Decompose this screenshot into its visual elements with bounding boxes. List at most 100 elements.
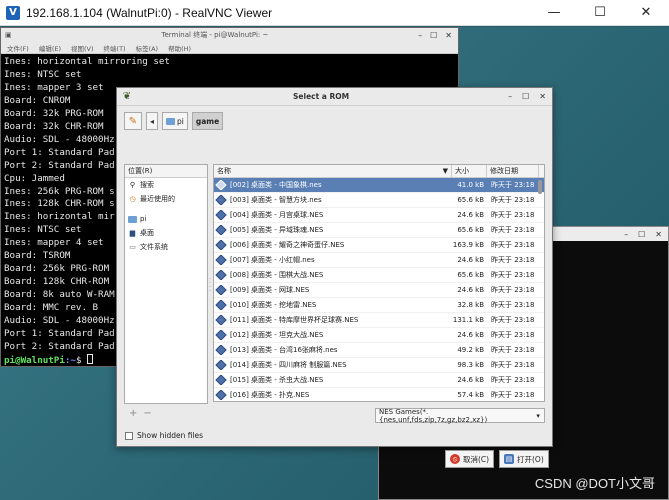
open-button[interactable]: ▤ 打开(O) bbox=[499, 450, 549, 468]
file-list-header: 名称 ▼ 大小 修改日期 bbox=[214, 165, 544, 178]
file-size: 49.2 kB bbox=[457, 346, 484, 354]
file-row[interactable]: [006] 桌面类 - 耀奇之神奇蛋仔.NES 163.9 kB 昨天于 23:… bbox=[214, 238, 544, 253]
edit-location-button[interactable]: ✎ bbox=[124, 112, 142, 130]
close-button[interactable]: ✕ bbox=[623, 0, 669, 26]
column-name-label: 名称 bbox=[217, 167, 231, 175]
chevron-left-icon: ◂ bbox=[149, 116, 154, 126]
bg-minimize-icon[interactable]: – bbox=[624, 230, 628, 239]
remove-place-icon[interactable]: − bbox=[143, 408, 151, 419]
prompt-user: pi@WalnutPi bbox=[4, 354, 65, 366]
file-date: 昨天于 23:18 bbox=[491, 226, 535, 234]
file-size: 65.6 kB bbox=[457, 226, 484, 234]
file-row[interactable]: [016] 桌面类 - 扑克.NES 57.4 kB 昨天于 23:18 bbox=[214, 388, 544, 401]
dialog-close-icon[interactable]: ✕ bbox=[539, 92, 546, 101]
pane-splitter[interactable]: · · · · bbox=[209, 277, 212, 298]
breadcrumb-game[interactable]: game bbox=[191, 112, 224, 130]
place-desktop[interactable]: ▆ 桌面 bbox=[125, 226, 207, 240]
file-name: [016] 桌面类 - 扑克.NES bbox=[230, 391, 310, 399]
file-row[interactable]: [004] 桌面类 - 月宫桌球.NES 24.6 kB 昨天于 23:18 bbox=[214, 208, 544, 223]
file-type-filter[interactable]: NES Games(*.{nes,unf,fds,zip,7z,gz,bz2,x… bbox=[375, 407, 545, 424]
menu-view[interactable]: 视图(V) bbox=[71, 43, 94, 53]
menu-tabs[interactable]: 标签(A) bbox=[136, 43, 159, 53]
add-place-icon[interactable]: + bbox=[129, 408, 137, 419]
maximize-button[interactable]: ☐ bbox=[577, 0, 623, 26]
file-size: 65.6 kB bbox=[457, 196, 484, 204]
rom-file-icon bbox=[215, 180, 227, 190]
rom-file-icon bbox=[215, 270, 227, 280]
file-name: [008] 桌面类 - 围棋大战.NES bbox=[230, 271, 324, 279]
place-recent[interactable]: ◷ 最近使用的 bbox=[125, 192, 207, 206]
show-hidden-toggle[interactable]: Show hidden files bbox=[125, 431, 203, 440]
file-name: [002] 桌面类 - 中国象棋.nes bbox=[230, 181, 322, 189]
menu-edit[interactable]: 编辑(E) bbox=[39, 43, 61, 53]
file-date: 昨天于 23:18 bbox=[491, 376, 535, 384]
prompt-symbol: $ bbox=[75, 354, 82, 366]
show-hidden-checkbox[interactable] bbox=[125, 431, 133, 440]
rom-file-icon bbox=[215, 255, 227, 265]
file-size: 24.6 kB bbox=[457, 331, 484, 339]
file-size: 57.4 kB bbox=[457, 391, 484, 399]
place-pi[interactable]: pi bbox=[125, 212, 207, 226]
place-search[interactable]: ⚲ 搜索 bbox=[125, 178, 207, 192]
file-size: 163.9 kB bbox=[452, 241, 484, 249]
rom-file-icon bbox=[215, 360, 227, 370]
file-row[interactable]: [005] 桌面类 - 异域珠魂.NES 65.6 kB 昨天于 23:18 bbox=[214, 223, 544, 238]
file-date: 昨天于 23:18 bbox=[491, 316, 535, 324]
dialog-titlebar: ❦ Select a ROM – ☐ ✕ bbox=[117, 88, 552, 106]
cancel-button[interactable]: ⦸ 取消(C) bbox=[445, 450, 495, 468]
minimize-button[interactable]: — bbox=[531, 0, 577, 26]
path-back-button[interactable]: ◂ bbox=[146, 112, 158, 130]
file-row[interactable]: [014] 桌面类 - 四川麻将 制服篇.NES 98.3 kB 昨天于 23:… bbox=[214, 358, 544, 373]
select-rom-dialog: ❦ Select a ROM – ☐ ✕ ✎ ◂ pi game 位置(R) ⚲ bbox=[116, 87, 553, 468]
terminal-line: Ines: NTSC set bbox=[4, 68, 82, 80]
column-size[interactable]: 大小 bbox=[452, 165, 487, 177]
file-name: [014] 桌面类 - 四川麻将 制服篇.NES bbox=[230, 361, 347, 369]
file-date: 昨天于 23:18 bbox=[491, 196, 535, 204]
dialog-maximize-icon[interactable]: ☐ bbox=[522, 92, 529, 101]
file-row[interactable]: [011] 桌面类 - 特库摩世界杯足球赛.NES 131.1 kB 昨天于 2… bbox=[214, 313, 544, 328]
menu-help[interactable]: 帮助(H) bbox=[168, 43, 191, 53]
file-row[interactable]: [002] 桌面类 - 中国象棋.nes 41.0 kB 昨天于 23:18 bbox=[214, 178, 544, 193]
file-row[interactable]: [013] 桌面类 - 台湾16张麻将.nes 49.2 kB 昨天于 23:1… bbox=[214, 343, 544, 358]
file-row[interactable]: [015] 桌面类 - 杀虫大战.NES 24.6 kB 昨天于 23:18 bbox=[214, 373, 544, 388]
file-row[interactable]: [009] 桌面类 - 网球.NES 24.6 kB 昨天于 23:18 bbox=[214, 283, 544, 298]
file-row[interactable]: [010] 桌面类 - 挖地雷.NES 32.8 kB 昨天于 23:18 bbox=[214, 298, 544, 313]
menu-terminal[interactable]: 终端(T) bbox=[104, 43, 126, 53]
file-name: [012] 桌面类 - 坦克大战.NES bbox=[230, 331, 324, 339]
file-row[interactable]: [007] 桌面类 - 小红帽.nes 24.6 kB 昨天于 23:18 bbox=[214, 253, 544, 268]
column-date[interactable]: 修改日期 bbox=[487, 165, 539, 177]
file-row[interactable]: [003] 桌面类 - 智慧方块.nes 65.6 kB 昨天于 23:18 bbox=[214, 193, 544, 208]
dialog-title: Select a ROM bbox=[293, 92, 350, 101]
breadcrumb-pi[interactable]: pi bbox=[162, 112, 188, 130]
column-name[interactable]: 名称 ▼ bbox=[214, 165, 452, 177]
file-row[interactable]: [008] 桌面类 - 围棋大战.NES 65.6 kB 昨天于 23:18 bbox=[214, 268, 544, 283]
terminal-close-icon[interactable]: ✕ bbox=[445, 31, 452, 40]
scrollbar-thumb[interactable] bbox=[538, 180, 542, 194]
viewer-title: 192.168.1.104 (WalnutPi:0) - RealVNC Vie… bbox=[26, 5, 273, 20]
bg-close-icon[interactable]: ✕ bbox=[655, 230, 662, 239]
cancel-label: 取消(C) bbox=[463, 454, 490, 464]
filter-label: NES Games(*.{nes,unf,fds,zip,7z,gz,bz2,x… bbox=[379, 407, 488, 424]
terminal-maximize-icon[interactable]: ☐ bbox=[430, 31, 437, 40]
sort-arrow-icon: ▼ bbox=[442, 167, 448, 175]
file-date: 昨天于 23:18 bbox=[491, 181, 535, 189]
file-date: 昨天于 23:18 bbox=[491, 301, 535, 309]
path-bar: ✎ ◂ pi game bbox=[124, 111, 224, 131]
rom-file-icon bbox=[215, 330, 227, 340]
terminal-menubar: 文件(F) 编辑(E) 视图(V) 终端(T) 标签(A) 帮助(H) bbox=[1, 42, 458, 54]
terminal-minimize-icon[interactable]: – bbox=[418, 31, 422, 40]
file-name: [013] 桌面类 - 台湾16张麻将.nes bbox=[230, 346, 338, 354]
place-filesystem[interactable]: ▭ 文件系统 bbox=[125, 240, 207, 254]
recent-icon: ◷ bbox=[129, 195, 136, 203]
file-list-scrollbar[interactable] bbox=[537, 178, 543, 400]
file-size: 24.6 kB bbox=[457, 286, 484, 294]
menu-file[interactable]: 文件(F) bbox=[7, 43, 29, 53]
bg-maximize-icon[interactable]: ☐ bbox=[638, 230, 645, 239]
filesystem-icon: ▭ bbox=[129, 243, 136, 251]
terminal-icon: ▣ bbox=[5, 31, 12, 39]
file-row[interactable]: [012] 桌面类 - 坦克大战.NES 24.6 kB 昨天于 23:18 bbox=[214, 328, 544, 343]
file-size: 131.1 kB bbox=[452, 316, 484, 324]
dialog-minimize-icon[interactable]: – bbox=[508, 92, 512, 101]
place-label: 文件系统 bbox=[140, 243, 168, 251]
terminal-line: Ines: horizontal mirroring set bbox=[4, 56, 170, 67]
